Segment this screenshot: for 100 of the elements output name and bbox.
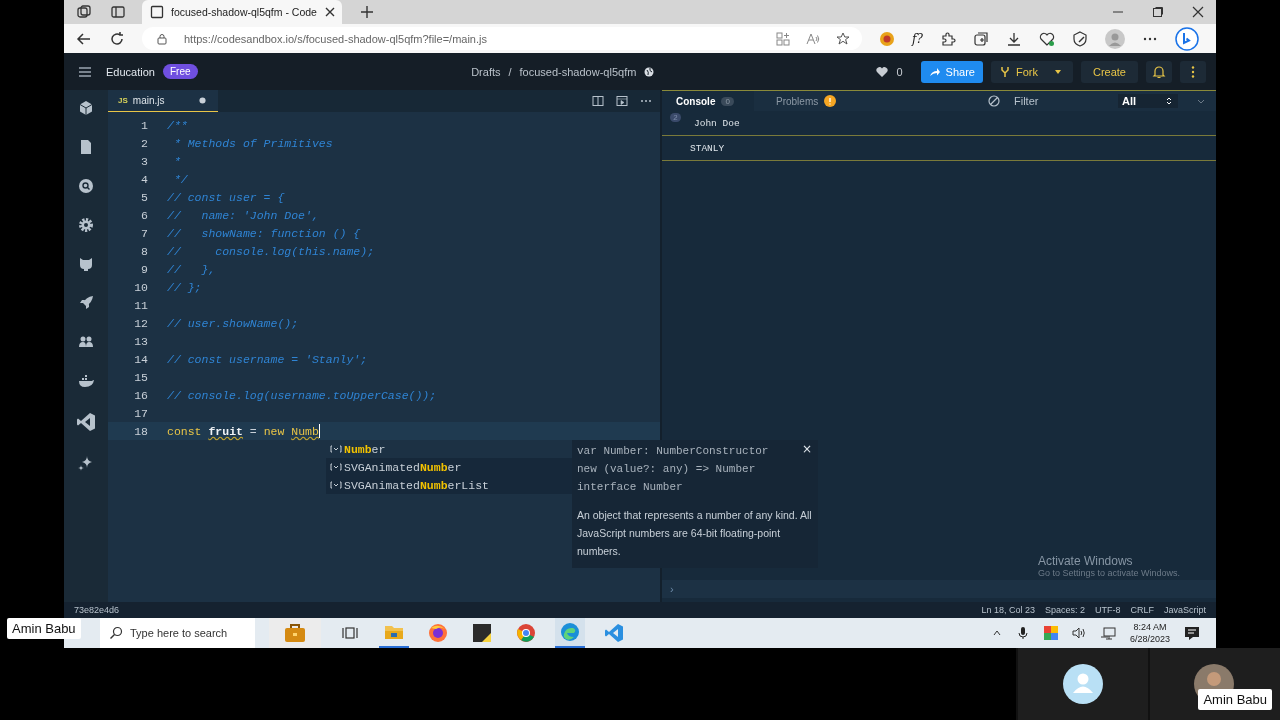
browser-icon[interactable] (560, 622, 580, 642)
line-number: 15 (133, 370, 148, 384)
search-icon (109, 626, 123, 640)
breadcrumb-separator: / (508, 65, 512, 78)
status-item[interactable]: UTF-8 (1094, 605, 1121, 615)
menu-icon[interactable] (78, 64, 92, 79)
notification-icon[interactable] (1184, 625, 1200, 641)
tray-app-icon[interactable] (1043, 626, 1058, 640)
chat-bubble-icon[interactable] (1174, 26, 1199, 51)
line-number: 17 (133, 406, 148, 420)
sandbox-name: focused-shadow-ql5qfm (519, 65, 637, 78)
file-icon[interactable] (78, 139, 94, 155)
search-icon[interactable] (78, 178, 94, 194)
heart-icon[interactable] (876, 65, 889, 78)
avatar-icon (1063, 664, 1103, 704)
code-line: // console.log(this.name); (167, 244, 375, 258)
level-select[interactable]: All (1118, 94, 1178, 108)
cat-icon[interactable] (78, 256, 94, 272)
fork-button[interactable]: Fork (990, 60, 1073, 83)
microphone-icon[interactable] (1015, 626, 1030, 640)
extension-icon[interactable] (879, 30, 895, 47)
whale-icon[interactable] (78, 373, 94, 389)
puzzle-icon[interactable] (939, 30, 956, 47)
browser-icon[interactable] (428, 623, 448, 643)
split-editor-icon[interactable] (592, 95, 604, 107)
code-line: // }, (167, 262, 216, 276)
code-editor-icon[interactable] (76, 412, 96, 432)
clear-icon[interactable] (988, 95, 1000, 107)
activation-subtitle: Go to Settings to activate Windows. (1037, 568, 1180, 578)
page-icon (150, 5, 164, 19)
commit-hash: 73e82e4d6 (74, 605, 120, 615)
line-number: 9 (140, 262, 148, 276)
download-icon[interactable] (1005, 30, 1022, 47)
line-number: 11 (133, 298, 148, 312)
clock[interactable]: 8:24 AM 6/28/2023 (1129, 622, 1170, 644)
briefcase-icon[interactable] (283, 621, 307, 645)
breadcrumb-link[interactable]: Drafts (471, 65, 501, 78)
console-input[interactable]: › (662, 580, 1216, 598)
sticky-note-icon[interactable] (472, 623, 492, 643)
workspaces-icon[interactable] (76, 4, 92, 20)
code-line: /** (167, 118, 188, 132)
users-icon[interactable] (78, 334, 94, 350)
suggestion-item[interactable]: SVGAnimatedNumberList (326, 476, 572, 494)
cube-icon[interactable] (78, 100, 94, 116)
settings-icon[interactable] (78, 217, 94, 233)
browser-tab[interactable]: focused-shadow-ql5qfm - Code (142, 0, 342, 24)
status-item[interactable]: JavaScript (1163, 605, 1206, 615)
workspace-name[interactable]: Education (106, 65, 155, 78)
read-aloud-icon[interactable] (806, 31, 820, 46)
editor-tab[interactable]: JS main.js (108, 90, 218, 112)
code-line: */ (172, 172, 188, 186)
star-icon[interactable] (836, 31, 850, 46)
create-button[interactable]: Create (1080, 60, 1138, 83)
globe-icon (644, 66, 655, 77)
filter-field[interactable]: Filter (1008, 95, 1110, 107)
new-tab-icon[interactable] (360, 5, 374, 19)
code-line: * (172, 154, 181, 168)
back-icon[interactable] (76, 30, 92, 47)
more-button[interactable] (1180, 60, 1206, 83)
log-message: John Doe (694, 117, 740, 129)
line-number: 2 (140, 136, 148, 150)
participant-name: Amin Babu (1198, 689, 1272, 710)
variable-icon (330, 443, 342, 455)
line-number: 13 (133, 334, 148, 348)
status-item[interactable]: Ln 18, Col 23 (981, 605, 1035, 615)
extension-button[interactable]: f? (912, 31, 923, 46)
fork-icon (998, 65, 1011, 78)
up-down-arrows-icon (1164, 96, 1174, 106)
task-view-icon[interactable] (342, 625, 358, 641)
network-icon[interactable] (1099, 625, 1116, 641)
chevron-up-icon[interactable] (991, 628, 1002, 638)
browser-icon[interactable] (516, 623, 536, 643)
status-item[interactable]: Spaces: 2 (1044, 605, 1085, 615)
close-button[interactable]: × (801, 442, 812, 456)
suggestion-item[interactable]: SVGAnimatedNumber (326, 458, 572, 476)
address-field[interactable]: https://codesandbox.io/s/focused-shadow-ql5qfm?file=/main.js (142, 27, 862, 50)
preview-icon[interactable] (616, 95, 628, 107)
tab-actions-icon[interactable] (110, 4, 126, 20)
status-item[interactable]: CRLF (1130, 605, 1154, 615)
suggestion-item[interactable]: Number (326, 440, 572, 458)
close-icon[interactable] (1192, 6, 1204, 18)
rocket-icon[interactable] (78, 295, 94, 311)
signature-line: interface Number (577, 480, 683, 495)
shield-icon[interactable] (1071, 30, 1088, 47)
speaker-icon[interactable] (1071, 626, 1086, 640)
documentation-text: An object that represents a number of any kind. All JavaScript numbers are 64-bit floating-point numbers. (577, 508, 812, 559)
reload-icon[interactable] (109, 30, 125, 47)
line-number: 6 (140, 208, 148, 222)
health-icon[interactable] (1038, 30, 1055, 47)
line-number: 8 (140, 244, 148, 258)
line-number: 5 (140, 190, 148, 204)
taskbar-search-field[interactable]: Type here to search (100, 618, 255, 648)
maximize-icon[interactable] (1152, 6, 1164, 18)
close-icon[interactable] (323, 6, 336, 18)
notifications-button[interactable] (1146, 60, 1172, 83)
line-number: 14 (133, 352, 148, 366)
variable-icon (330, 479, 342, 491)
profile-icon[interactable] (1104, 28, 1125, 49)
apps-icon[interactable] (776, 31, 790, 46)
collections-icon[interactable] (972, 30, 989, 47)
